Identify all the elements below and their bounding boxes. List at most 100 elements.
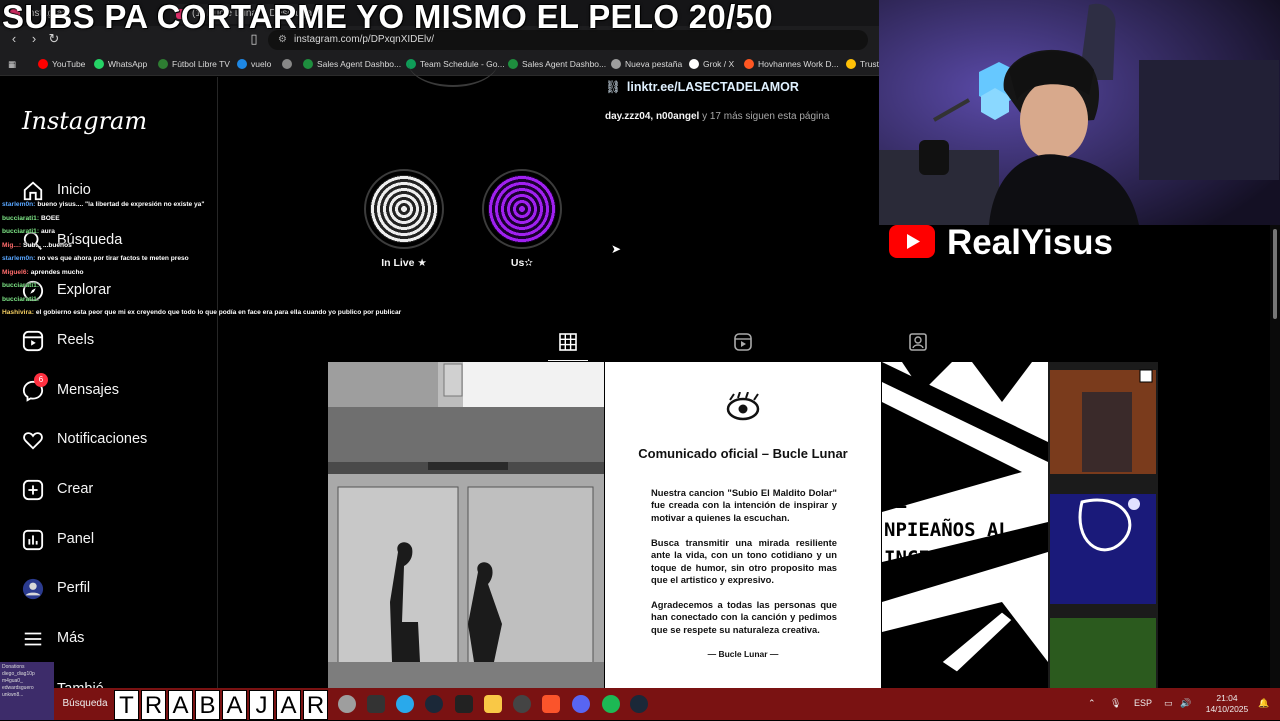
nav-notificaciones[interactable]: Notificaciones — [22, 427, 212, 453]
followed-by[interactable]: day.zzz04, n00angel y 17 más siguen esta… — [605, 111, 829, 122]
nav-panel[interactable]: Panel — [22, 527, 212, 553]
bookmark-label: Nueva pestaña — [625, 59, 683, 69]
epic-games-app-icon[interactable] — [367, 695, 385, 713]
follower-rest: y 17 más siguen esta página — [699, 111, 830, 122]
banner-letter: T — [114, 690, 139, 720]
chevron-up-icon[interactable]: ⌃ — [1088, 698, 1096, 709]
bookmark-sales-agent[interactable]: Sales Agent Dashbo... — [303, 56, 401, 72]
nav-crear[interactable]: Crear — [22, 477, 212, 503]
streamer-camera-image — [879, 0, 1280, 225]
statement-signature: — Bucle Lunar — — [707, 649, 779, 659]
grid-icon — [559, 333, 577, 351]
bookmark-label: Hovhannes Work D... — [758, 59, 839, 69]
chat-text: el gobierno esta peor que mi ex creyendo… — [35, 309, 402, 316]
profile-avatar[interactable] — [408, 37, 498, 87]
taskbar-search[interactable]: Búsqueda — [56, 688, 114, 720]
x-icon — [689, 59, 699, 69]
highlight-label: Us✫ — [510, 257, 534, 269]
bookmark-sales-agent-2[interactable]: Sales Agent Dashbo... — [508, 56, 606, 72]
post-thumbnail-statement[interactable]: Comunicado oficial – Bucle Lunar Nuestra… — [605, 362, 881, 688]
discord-app-icon[interactable] — [572, 695, 590, 713]
bookmark-grok[interactable]: Grok / X — [689, 56, 734, 72]
chrome-app-icon[interactable] — [338, 695, 356, 713]
bookmark-futbol[interactable]: Fútbol Libre TV — [158, 56, 230, 72]
apps-grid-icon[interactable]: ▦ — [8, 56, 16, 72]
bookmark-label: Trust — [860, 59, 880, 69]
mini-chat-line: m4gua0_ — [2, 678, 23, 684]
plane-icon — [237, 59, 247, 69]
steam-app-2-icon[interactable] — [630, 695, 648, 713]
bookmark-google[interactable] — [282, 56, 296, 72]
mini-chat-line: edwardsguero — [2, 685, 34, 691]
profile-tabs — [328, 327, 1158, 361]
nav-mas[interactable]: Más — [22, 626, 212, 652]
highlight-ring — [482, 169, 562, 249]
chat-text: aprendes mucho — [30, 268, 84, 276]
nav-mensajes[interactable]: 6 Mensajes — [22, 373, 212, 404]
nav-label: Más — [57, 630, 85, 646]
volume-icon[interactable]: 🔊 — [1180, 698, 1191, 709]
plus-square-icon — [22, 479, 44, 501]
mini-chat-line: Donations — [2, 664, 25, 670]
statement-title: Comunicado oficial – Bucle Lunar — [638, 446, 848, 461]
link-text: linktr.ee/LASECTADELAMOR — [626, 80, 799, 94]
chat-message: bucciarati1: — [2, 293, 452, 307]
chat-user: starlem0n: — [2, 255, 36, 262]
google-icon — [282, 59, 292, 69]
bookmark-vuelo[interactable]: vuelo — [237, 56, 271, 72]
banner-letter: R — [303, 690, 328, 720]
language-indicator[interactable]: ESP — [1134, 698, 1152, 708]
mini-chat-line: unkwn8... — [2, 692, 24, 698]
trabajar-banner: T R A B A J A R — [114, 690, 328, 720]
bookmark-whatsapp[interactable]: WhatsApp — [94, 56, 147, 72]
banner-letter: A — [276, 690, 301, 720]
youtube-icon — [38, 59, 48, 69]
tagged-icon — [909, 333, 927, 351]
brave-app-icon[interactable] — [542, 695, 560, 713]
bookmark-trust[interactable]: Trust — [846, 56, 879, 72]
network-icon[interactable]: ▭ — [1164, 698, 1173, 709]
bookmark-label: YouTube — [52, 59, 86, 69]
bookmark-hovhannes[interactable]: Hovhannes Work D... — [744, 56, 839, 72]
chat-text: bueno yisus.... "la libertad de expresió… — [37, 201, 205, 208]
notification-icon[interactable]: 🔔 — [1258, 698, 1269, 709]
nav-label: Crear — [57, 481, 94, 497]
chat-message: bucciarati1: BOEE — [2, 212, 452, 226]
capcut-app-icon[interactable] — [455, 695, 473, 713]
nav-label: Panel — [57, 531, 95, 547]
file-explorer-app-icon[interactable] — [484, 695, 502, 713]
instagram-logo[interactable]: Instagram — [22, 107, 147, 135]
trust-icon — [846, 59, 856, 69]
unread-badge: 6 — [34, 373, 48, 387]
microphone-icon[interactable]: 🎙 — [1110, 698, 1121, 709]
banner-letter: J — [249, 690, 274, 720]
bookmark-youtube[interactable]: YouTube — [38, 56, 85, 72]
bookmark-nueva-pestana[interactable]: Nueva pestaña — [611, 56, 682, 72]
nav-perfil[interactable]: Perfil — [22, 576, 212, 602]
taskbar-clock[interactable]: 21:04 14/10/2025 — [1202, 693, 1252, 715]
chat-message: Hashivira: el gobierno esta peor que mi e… — [2, 306, 452, 320]
telegram-app-icon[interactable] — [396, 695, 414, 713]
scrollbar-thumb[interactable] — [1273, 229, 1277, 319]
nav-reels[interactable]: Reels — [22, 328, 212, 354]
obs-app-icon[interactable] — [513, 695, 531, 713]
profile-link[interactable]: ⛓ linktr.ee/LASECTADELAMOR — [605, 80, 799, 95]
whatsapp-icon — [94, 59, 104, 69]
chat-text: BOEE — [41, 214, 60, 222]
link-icon: ⛓ — [605, 80, 621, 94]
tab-posts[interactable] — [548, 327, 588, 361]
chat-user: Hashivira: — [2, 309, 34, 316]
spotify-app-icon[interactable] — [602, 695, 620, 713]
bookmark-label: Sales Agent Dashbo... — [317, 59, 402, 69]
post-thumbnail-photo[interactable] — [328, 362, 604, 688]
statement-paragraph: Nuestra cancion "Subio El Maldito Dolar"… — [651, 487, 837, 523]
tab-tagged[interactable] — [898, 327, 938, 361]
steam-app-icon[interactable] — [425, 695, 443, 713]
tab-reels[interactable] — [723, 327, 763, 361]
story-highlight[interactable]: Us✫ — [482, 169, 562, 269]
chat-user: bucciarati1: — [2, 214, 40, 222]
page-scrollbar[interactable] — [1270, 225, 1280, 688]
post-thumbnail-poster[interactable]: IZ NPIEAÑOS AL INCIPEVII" — [882, 362, 1158, 688]
chat-message: starlem0n: no ves que ahora por tirar fac… — [2, 252, 452, 266]
chat-user: bucciarati1: — [2, 282, 40, 289]
